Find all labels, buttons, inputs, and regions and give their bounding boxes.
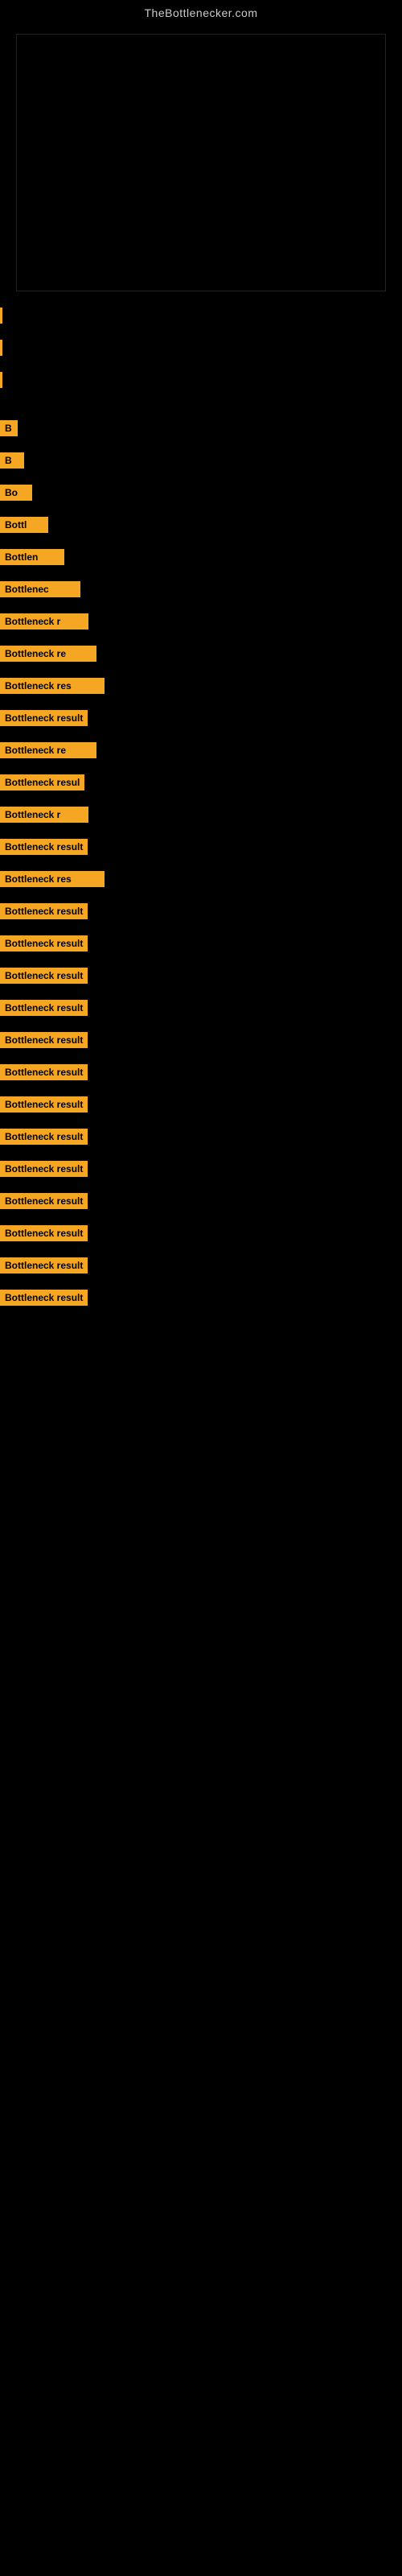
bottleneck-item: Bottleneck result	[0, 1024, 402, 1056]
bottleneck-item: Bottleneck result	[0, 992, 402, 1024]
bottleneck-item: Bottleneck re	[0, 734, 402, 766]
bottleneck-item: Bottleneck result	[0, 927, 402, 960]
bottleneck-item: Bottleneck result	[0, 1153, 402, 1185]
bottleneck-label: B	[0, 452, 24, 469]
bottleneck-label: Bottl	[0, 517, 48, 533]
bottleneck-item: Bottleneck res	[0, 863, 402, 895]
bottleneck-label: Bottleneck r	[0, 807, 88, 823]
bottleneck-item: Bottleneck re	[0, 638, 402, 670]
bottleneck-item: Bottleneck result	[0, 1185, 402, 1217]
bottleneck-label: Bottleneck res	[0, 871, 105, 887]
bottleneck-item: Bottleneck resul	[0, 766, 402, 799]
bottleneck-label: Bottleneck result	[0, 1064, 88, 1080]
chart-area	[16, 34, 386, 291]
bottleneck-label: Bottleneck result	[0, 1161, 88, 1177]
bottleneck-item: Bottleneck result	[0, 702, 402, 734]
site-title: TheBottlenecker.com	[0, 0, 402, 26]
bottleneck-label: Bottleneck res	[0, 678, 105, 694]
bottleneck-label: Bottleneck result	[0, 710, 88, 726]
bottleneck-item: Bo	[0, 477, 402, 509]
bottleneck-item: Bottleneck result	[0, 1282, 402, 1314]
bottleneck-label: Bottlenec	[0, 581, 80, 597]
bottleneck-label: Bottleneck result	[0, 1257, 88, 1274]
bottleneck-label: Bottleneck result	[0, 1096, 88, 1113]
bottleneck-label: Bottleneck result	[0, 1290, 88, 1306]
page-wrapper: TheBottlenecker.com BB Bo Bottl Bottlen Bott…	[0, 0, 402, 1330]
bottleneck-label: Bottleneck result	[0, 1225, 88, 1241]
bottleneck-label: Bottleneck re	[0, 742, 96, 758]
bottleneck-item: B	[0, 444, 402, 477]
bottleneck-item: Bottleneck result	[0, 1121, 402, 1153]
bottleneck-list: BB Bo Bottl Bottlen Bottlenec Bottleneck r Bot…	[0, 396, 402, 1330]
left-bar-2	[0, 340, 2, 356]
bottleneck-item: Bottleneck r	[0, 799, 402, 831]
bottleneck-label: Bottleneck result	[0, 1032, 88, 1048]
bottleneck-item: Bottleneck result	[0, 1249, 402, 1282]
bottleneck-label: Bottlen	[0, 549, 64, 565]
bottleneck-item: Bottleneck result	[0, 895, 402, 927]
bottleneck-item: Bottleneck res	[0, 670, 402, 702]
bottleneck-item: Bottleneck result	[0, 1217, 402, 1249]
bottleneck-item: Bottleneck result	[0, 1056, 402, 1088]
bottleneck-label: Bottleneck result	[0, 1000, 88, 1016]
bottleneck-label: Bottleneck resul	[0, 774, 84, 791]
bottleneck-label: B	[0, 420, 18, 436]
left-bar-1	[0, 308, 2, 324]
bottleneck-item: Bottleneck result	[0, 1088, 402, 1121]
bottleneck-label: Bottleneck result	[0, 935, 88, 952]
bottleneck-item: B	[0, 412, 402, 444]
bars-section	[0, 299, 402, 396]
bottleneck-item: Bottl	[0, 509, 402, 541]
bottleneck-label: Bottleneck r	[0, 613, 88, 630]
bottleneck-label: Bottleneck re	[0, 646, 96, 662]
bottleneck-label: Bottleneck result	[0, 903, 88, 919]
bottleneck-label: Bo	[0, 485, 32, 501]
bottleneck-label: Bottleneck result	[0, 1193, 88, 1209]
bottleneck-label: Bottleneck result	[0, 1129, 88, 1145]
bottleneck-item: Bottlenec	[0, 573, 402, 605]
bottleneck-item: Bottleneck result	[0, 960, 402, 992]
bottleneck-label: Bottleneck result	[0, 968, 88, 984]
bottleneck-item: Bottleneck result	[0, 831, 402, 863]
left-bar-3	[0, 372, 2, 388]
bottleneck-item: Bottleneck r	[0, 605, 402, 638]
bottleneck-item: Bottlen	[0, 541, 402, 573]
bottleneck-label: Bottleneck result	[0, 839, 88, 855]
